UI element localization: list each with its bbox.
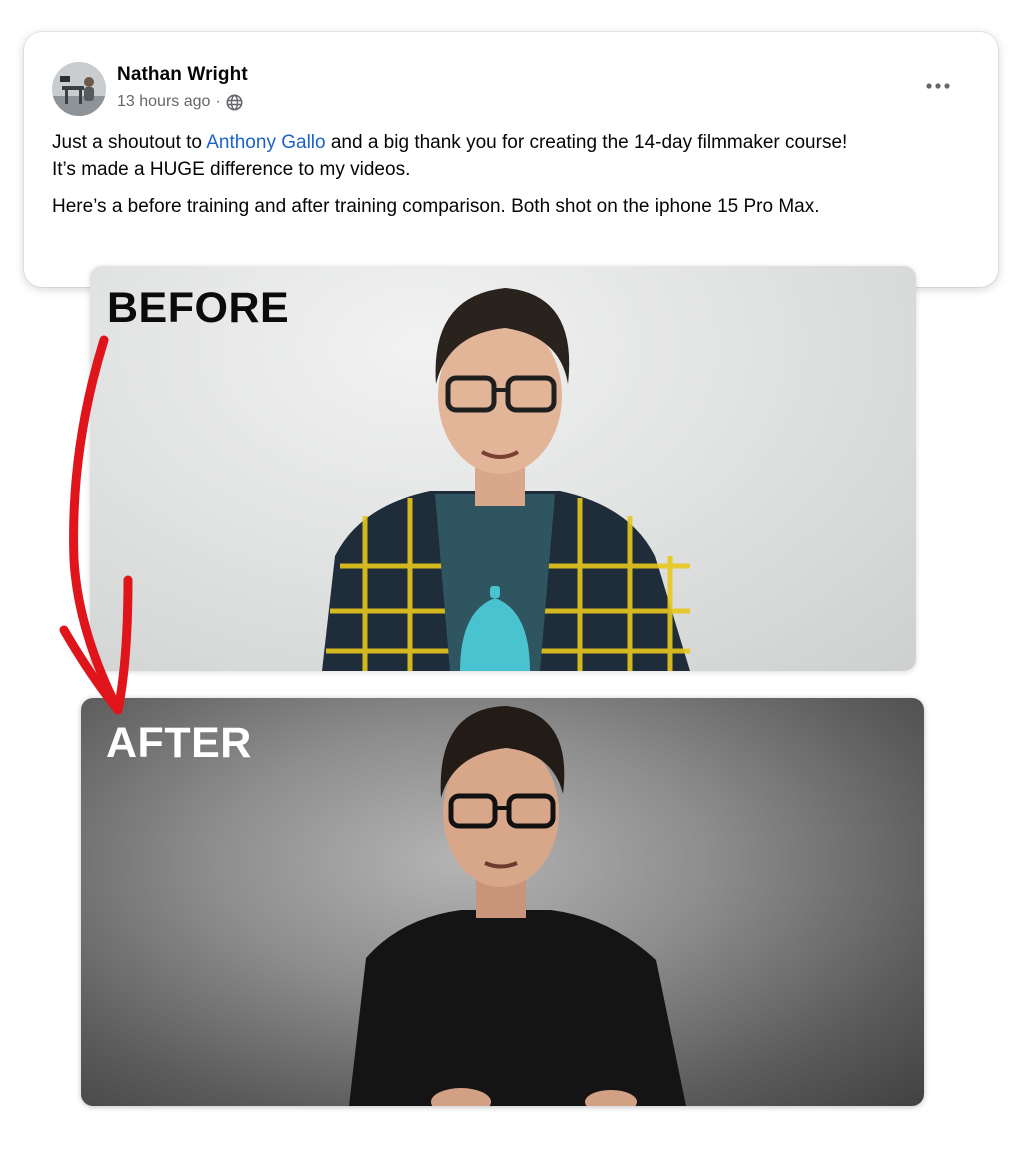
post-timestamp[interactable]: 13 hours ago [117,93,210,111]
post-body: Just a shoutout to Anthony Gallo and a b… [52,129,972,230]
author-name[interactable]: Nathan Wright [117,64,248,86]
before-label: BEFORE [107,284,290,332]
text-segment: It’s made a HUGE difference to my videos… [52,159,411,180]
more-options-button[interactable] [922,72,954,100]
author-avatar[interactable] [52,62,106,116]
post-paragraph-2: Here’s a before training and after train… [52,196,820,217]
meta-separator: · [215,93,221,110]
globe-icon [226,94,243,111]
text-segment: and a big thank you for creating the 14-… [325,132,848,153]
avatar-photo [52,62,106,116]
more-horizontal-icon [926,83,950,89]
after-photo[interactable]: AFTER [81,698,924,1106]
annotation-arrow-icon [59,335,133,715]
text-segment: Just a shoutout to [52,132,207,153]
before-photo[interactable]: BEFORE [90,266,916,671]
post-meta: 13 hours ago · [117,93,243,111]
mention-link[interactable]: Anthony Gallo [206,132,325,153]
post-card: Nathan Wright 13 hours ago · Just a shou… [24,32,998,287]
post-paragraph-1: Just a shoutout to Anthony Gallo and a b… [52,129,972,183]
after-label: AFTER [106,719,252,767]
